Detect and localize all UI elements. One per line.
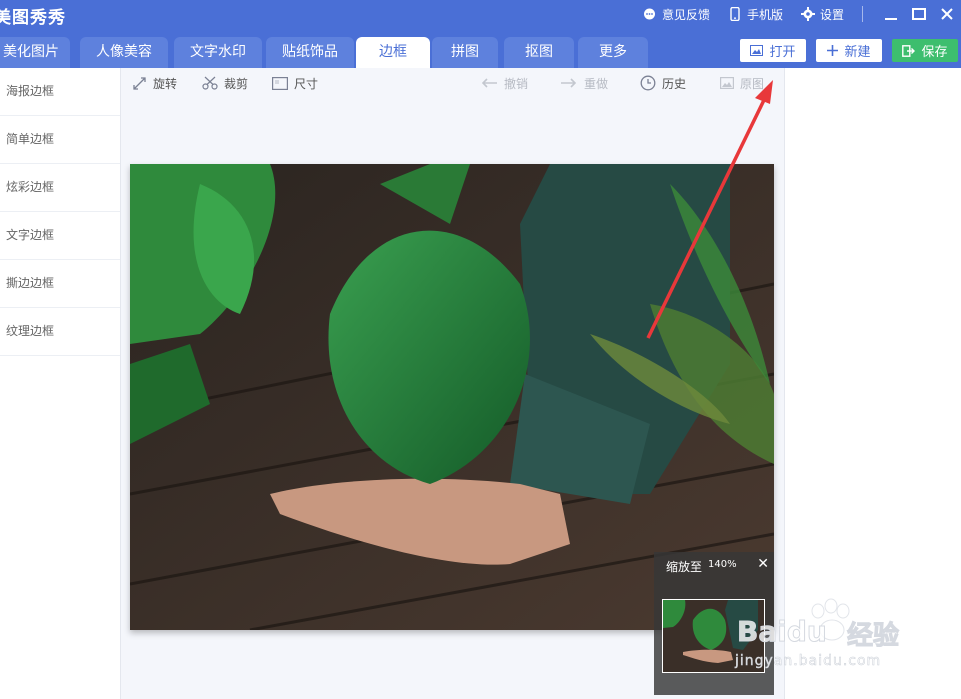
mobile-label: 手机版	[746, 7, 783, 22]
divider	[862, 6, 863, 22]
watermark-brand: Baidu	[737, 615, 828, 649]
close-icon[interactable]: ✕	[757, 556, 769, 572]
top-right-controls: 意见反馈 手机版 设置	[643, 0, 961, 28]
maximize-icon	[912, 8, 926, 20]
app-title: 美图秀秀	[0, 8, 66, 28]
original-label: 原图	[740, 76, 765, 91]
phone-icon	[728, 7, 742, 21]
settings-label: 设置	[819, 7, 844, 22]
close-button[interactable]	[933, 0, 961, 28]
sidebar-item-torn-frame[interactable]: 撕边边框	[0, 260, 120, 308]
maximize-button[interactable]	[905, 0, 933, 28]
rotate-label: 旋转	[153, 76, 178, 91]
history-label: 历史	[662, 76, 687, 91]
edit-toolbar: 旋转 裁剪 尺寸 撤销 重做 历史 原图	[120, 68, 784, 98]
frame-category-panel: 海报边框 简单边框 炫彩边框 文字边框 撕边边框 纹理边框	[0, 68, 121, 699]
picture-icon	[720, 77, 734, 89]
sidebar-item-poster-frame[interactable]: 海报边框	[0, 68, 120, 116]
crop-button[interactable]: 裁剪	[202, 74, 248, 92]
new-label: 新建	[844, 45, 871, 60]
open-label: 打开	[769, 45, 796, 60]
save-button[interactable]: 保存	[892, 39, 958, 62]
watermark-sub: 经验	[846, 621, 900, 652]
scissors-icon	[202, 76, 218, 90]
image-icon	[750, 45, 764, 56]
gear-icon	[800, 7, 815, 21]
mobile-link[interactable]: 手机版	[728, 6, 783, 23]
redo-label: 重做	[584, 76, 609, 91]
size-button[interactable]: 尺寸	[272, 74, 318, 92]
tab-collage[interactable]: 拼图	[432, 37, 498, 68]
plus-icon	[827, 45, 839, 56]
redo-button[interactable]: 重做	[560, 74, 608, 92]
tab-frames[interactable]: 边框	[356, 37, 430, 68]
settings-link[interactable]: 设置	[800, 6, 844, 23]
sidebar-item-simple-frame[interactable]: 简单边框	[0, 116, 120, 164]
minimize-button[interactable]	[877, 0, 905, 28]
chat-bubble-icon	[643, 7, 657, 21]
sidebar-item-texture-frame[interactable]: 纹理边框	[0, 308, 120, 356]
feedback-link[interactable]: 意见反馈	[643, 6, 710, 23]
sidebar-item-colorful-frame[interactable]: 炫彩边框	[0, 164, 120, 212]
size-label: 尺寸	[294, 76, 319, 91]
close-icon	[941, 8, 953, 20]
resize-icon	[272, 76, 288, 90]
tab-beautify[interactable]: 美化图片	[0, 37, 70, 68]
zoom-value: 140%	[708, 559, 737, 570]
undo-label: 撤销	[504, 76, 529, 91]
original-button[interactable]: 原图	[720, 74, 764, 92]
arrow-left-icon	[480, 78, 498, 88]
new-button[interactable]: 新建	[816, 39, 882, 62]
save-label: 保存	[921, 45, 948, 60]
history-button[interactable]: 历史	[640, 74, 686, 92]
tab-more[interactable]: 更多	[578, 37, 648, 68]
feedback-label: 意见反馈	[661, 7, 710, 22]
watermark-url: jingyan.baidu.com	[735, 653, 882, 670]
sidebar-item-text-frame[interactable]: 文字边框	[0, 212, 120, 260]
title-bar: 美图秀秀 意见反馈 手机版 设置 美化图片 人像美容 文字水印 贴纸饰品 边框 …	[0, 0, 961, 68]
baidu-watermark: Baidu 经验 jingyan.baidu.com	[735, 595, 945, 675]
zoom-label: 缩放至	[666, 560, 703, 574]
tab-portrait[interactable]: 人像美容	[80, 37, 168, 68]
rotate-icon	[132, 76, 147, 91]
open-button[interactable]: 打开	[740, 39, 806, 62]
tab-text-watermark[interactable]: 文字水印	[174, 37, 262, 68]
tab-cutout[interactable]: 抠图	[504, 37, 574, 68]
arrow-right-icon	[560, 78, 578, 88]
clock-icon	[640, 75, 656, 91]
minimize-icon	[885, 18, 897, 20]
export-icon	[902, 44, 916, 57]
rotate-button[interactable]: 旋转	[132, 74, 177, 92]
undo-button[interactable]: 撤销	[480, 74, 528, 92]
crop-label: 裁剪	[224, 76, 249, 91]
tab-stickers[interactable]: 贴纸饰品	[266, 37, 354, 68]
